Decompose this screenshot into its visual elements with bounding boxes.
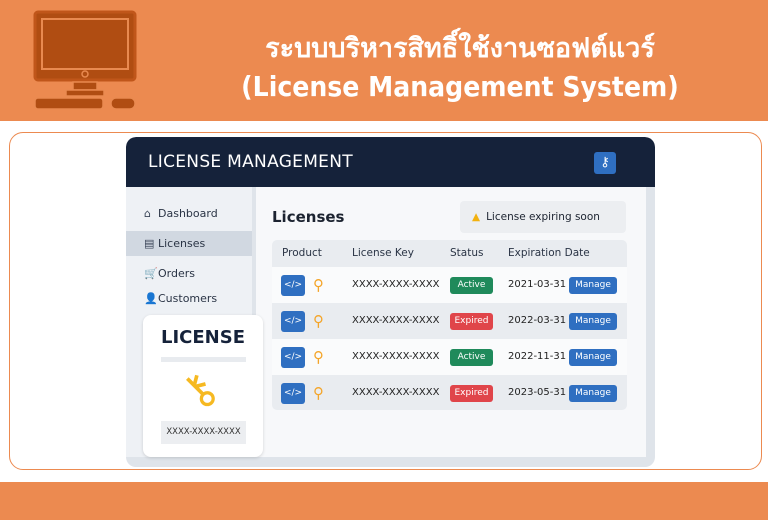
sidebar-item-licenses[interactable]: ▤ Licenses: [126, 231, 252, 256]
expiry-alert[interactable]: ▲ License expiring soon: [460, 201, 626, 233]
licenses-table: Product License Key Status Expiration Da…: [272, 240, 627, 410]
key-icon[interactable]: ⚷: [594, 152, 616, 174]
card-license-key: XXXX-XXXX-XXXX: [161, 421, 246, 444]
footer-band: [0, 482, 768, 520]
search-key-icon: ⚲: [313, 384, 324, 402]
key-icon: ⚷: [169, 361, 229, 420]
code-icon: </>: [281, 383, 305, 404]
divider: [161, 357, 246, 362]
banner-title-en: (License Management System): [241, 70, 679, 103]
col-status: Status: [450, 247, 484, 259]
desktop-computer-icon: [33, 10, 137, 110]
search-key-icon: ⚲: [313, 348, 324, 366]
manage-button[interactable]: Manage: [569, 277, 617, 294]
sidebar-item-orders[interactable]: 🛒Orders: [126, 261, 252, 286]
table-header: Product License Key Status Expiration Da…: [272, 240, 627, 266]
cart-icon: 🛒: [144, 267, 158, 280]
col-expiration: Expiration Date: [508, 247, 590, 259]
home-icon: ⌂: [144, 207, 151, 220]
status-badge: Expired: [450, 385, 493, 402]
manage-button[interactable]: Manage: [569, 313, 617, 330]
manage-button[interactable]: Manage: [569, 349, 617, 366]
code-icon: </>: [281, 275, 305, 296]
user-icon: 👤: [144, 292, 158, 305]
expiration-date: 2023-05-31: [508, 387, 567, 398]
code-icon: </>: [281, 347, 305, 368]
status-badge: Active: [450, 349, 493, 366]
sidebar-item-dashboard[interactable]: ⌂ Dashboard: [126, 201, 252, 226]
search-key-icon: ⚲: [313, 276, 324, 294]
warning-icon: ▲: [472, 211, 481, 223]
status-badge: Expired: [450, 313, 493, 330]
app-mockup: LICENSE MANAGEMENT ⚷ ⌂ Dashboard ▤ License…: [126, 137, 655, 467]
col-license-key: License Key: [352, 247, 414, 259]
table-row: </> ⚲ XXXX-XXXX-XXXX Active 2022-11-31 M…: [272, 339, 627, 375]
code-icon: </>: [281, 311, 305, 332]
table-row: </> ⚲ XXXX-XXXX-XXXX Expired 2023-05-31 …: [272, 375, 627, 411]
license-key: XXXX-XXXX-XXXX: [352, 351, 440, 362]
banner-title-thai: ระบบบริหารสิทธิ์ใช้งานซอฟต์แวร์: [265, 33, 655, 64]
list-icon: ▤: [144, 237, 155, 250]
manage-button[interactable]: Manage: [569, 385, 617, 402]
expiration-date: 2022-11-31: [508, 351, 567, 362]
license-key: XXXX-XXXX-XXXX: [352, 387, 440, 398]
status-badge: Active: [450, 277, 493, 294]
card-title: LICENSE: [161, 327, 245, 348]
license-card: LICENSE ⚷ XXXX-XXXX-XXXX: [143, 315, 263, 457]
expiration-date: 2021-03-31: [508, 279, 567, 290]
table-row: </> ⚲ XXXX-XXXX-XXXX Expired 2022-03-31 …: [272, 303, 627, 339]
app-header: LICENSE MANAGEMENT ⚷: [126, 137, 655, 187]
banner: ระบบบริหารสิทธิ์ใช้งานซอฟต์แวร์ (License…: [0, 0, 768, 121]
license-key: XXXX-XXXX-XXXX: [352, 315, 440, 326]
page-title: Licenses: [272, 208, 345, 226]
sidebar-item-customers[interactable]: 👤Customers: [126, 286, 252, 311]
table-row: </> ⚲ XXXX-XXXX-XXXX Active 2021-03-31 M…: [272, 267, 627, 303]
search-key-icon: ⚲: [313, 312, 324, 330]
main-panel: Licenses ▲ License expiring soon Product …: [256, 187, 646, 457]
col-product: Product: [282, 247, 322, 259]
app-title: LICENSE MANAGEMENT: [148, 152, 353, 172]
expiration-date: 2022-03-31: [508, 315, 567, 326]
license-key: XXXX-XXXX-XXXX: [352, 279, 440, 290]
